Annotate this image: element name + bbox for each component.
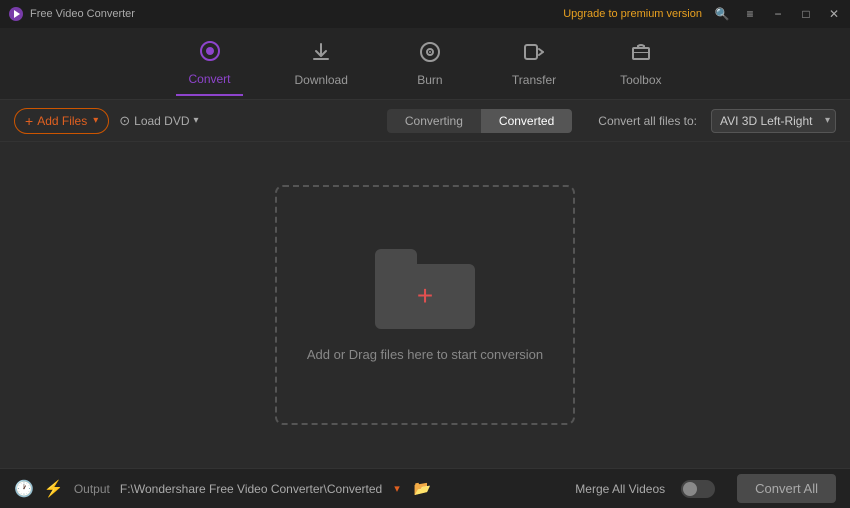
nav-item-convert[interactable]: Convert xyxy=(176,32,242,96)
folder-icon: + xyxy=(375,249,475,329)
upgrade-link[interactable]: Upgrade to premium version xyxy=(563,8,702,20)
status-bar: 🕐 ⚡ Output F:\Wondershare Free Video Con… xyxy=(0,468,850,508)
merge-toggle[interactable] xyxy=(681,480,715,498)
folder-open-icon[interactable]: 📂 xyxy=(414,480,431,497)
merge-all-label: Merge All Videos xyxy=(575,482,665,496)
load-dvd-button[interactable]: ⊙ Load DVD ▾ xyxy=(119,113,198,129)
add-files-dropdown-arrow: ▾ xyxy=(93,115,98,126)
folder-body: + xyxy=(375,264,475,329)
nav-bar: Convert Download Burn Tran xyxy=(0,28,850,100)
plus-icon: + xyxy=(25,113,33,129)
toggle-knob xyxy=(683,482,697,496)
minimize-button[interactable]: − xyxy=(770,7,786,21)
nav-label-toolbox: Toolbox xyxy=(620,73,661,87)
maximize-button[interactable]: □ xyxy=(798,7,814,21)
nav-label-burn: Burn xyxy=(417,73,442,87)
output-path: F:\Wondershare Free Video Converter\Conv… xyxy=(120,482,382,496)
title-bar-left: Free Video Converter xyxy=(8,6,135,22)
tab-converted[interactable]: Converted xyxy=(481,109,572,133)
main-content: + Add or Drag files here to start conver… xyxy=(0,142,850,468)
app-title-text: Free Video Converter xyxy=(30,8,135,20)
tab-group: Converting Converted xyxy=(387,109,572,133)
title-bar-right: Upgrade to premium version 🔍 ≡ − □ ✕ xyxy=(563,7,842,21)
convert-all-label: Convert all files to: xyxy=(598,114,697,128)
app-logo xyxy=(8,6,24,22)
title-bar: Free Video Converter Upgrade to premium … xyxy=(0,0,850,28)
close-button[interactable]: ✕ xyxy=(826,7,842,21)
nav-label-convert: Convert xyxy=(188,72,230,86)
output-path-dropdown[interactable]: ▾ xyxy=(394,482,400,495)
load-dvd-label: Load DVD xyxy=(134,114,189,128)
add-files-button[interactable]: + Add Files ▾ xyxy=(14,108,109,134)
drop-zone[interactable]: + Add or Drag files here to start conver… xyxy=(275,185,575,425)
tab-converting[interactable]: Converting xyxy=(387,109,481,133)
transfer-icon xyxy=(523,41,545,69)
folder-plus-icon: + xyxy=(417,282,433,310)
nav-label-download: Download xyxy=(295,73,348,87)
download-icon xyxy=(310,41,332,69)
convert-icon xyxy=(199,40,221,68)
nav-item-download[interactable]: Download xyxy=(283,33,360,95)
drop-zone-hint: Add or Drag files here to start conversi… xyxy=(307,347,543,362)
format-select[interactable]: AVI 3D Left-Right xyxy=(711,109,836,133)
menu-icon[interactable]: ≡ xyxy=(742,7,758,21)
toolbar: + Add Files ▾ ⊙ Load DVD ▾ Converting Co… xyxy=(0,100,850,142)
load-dvd-dropdown-arrow: ▾ xyxy=(194,115,199,126)
search-icon[interactable]: 🔍 xyxy=(714,7,730,21)
clock-icon[interactable]: 🕐 xyxy=(14,479,34,499)
nav-item-toolbox[interactable]: Toolbox xyxy=(608,33,673,95)
format-select-wrap: AVI 3D Left-Right xyxy=(707,109,836,133)
bolt-icon[interactable]: ⚡ xyxy=(44,479,64,499)
nav-item-burn[interactable]: Burn xyxy=(400,33,460,95)
add-files-label: Add Files xyxy=(37,114,87,128)
burn-icon xyxy=(419,41,441,69)
output-label: Output xyxy=(74,482,110,496)
nav-item-transfer[interactable]: Transfer xyxy=(500,33,568,95)
dvd-icon: ⊙ xyxy=(119,113,130,129)
nav-label-transfer: Transfer xyxy=(512,73,556,87)
toolbox-icon xyxy=(630,41,652,69)
convert-all-button[interactable]: Convert All xyxy=(737,474,836,503)
